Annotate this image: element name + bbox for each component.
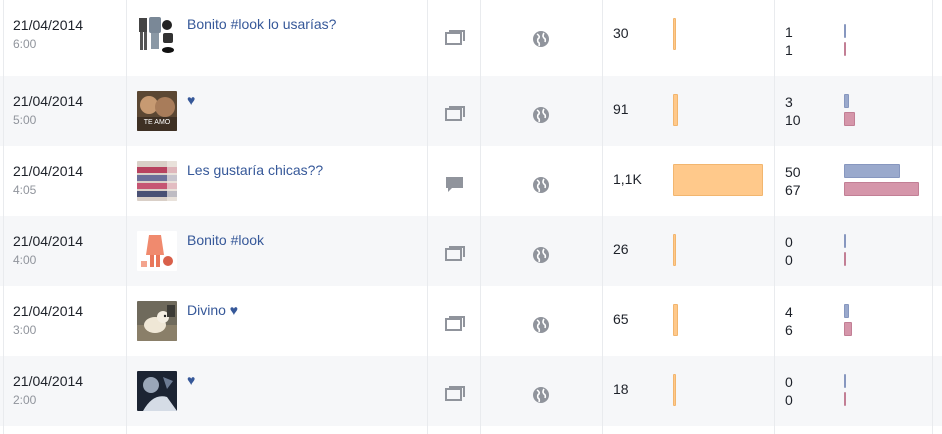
engagement-top-bar xyxy=(844,374,846,388)
coral-outfit-thumbnail[interactable] xyxy=(137,231,177,271)
post-time: 6:00 xyxy=(13,37,37,51)
globe-icon xyxy=(532,246,550,264)
status-icon xyxy=(445,174,465,194)
posts-table: 21/04/2014 6:00 Bonito #look lo usarías? xyxy=(0,0,942,434)
column-divider xyxy=(774,0,775,434)
globe-icon xyxy=(532,30,550,48)
engagement-top-bar xyxy=(844,304,849,318)
photo-icon xyxy=(445,384,465,404)
engagement-top-bar xyxy=(844,94,849,108)
reach-value: 91 xyxy=(613,101,629,117)
engagement-top-value: 0 xyxy=(785,374,793,390)
fashion-items-thumbnail[interactable] xyxy=(137,15,177,55)
engagement-bottom-bar xyxy=(844,42,846,56)
post-link[interactable]: Divino ♥ xyxy=(187,302,238,318)
engagement-top-bar xyxy=(844,24,846,38)
engagement-bottom-value: 0 xyxy=(785,392,793,408)
engagement-bottom-bar xyxy=(844,322,852,336)
engagement-top-bar xyxy=(844,164,900,178)
post-time: 2:00 xyxy=(13,393,37,407)
engagement-bottom-value: 1 xyxy=(785,42,793,58)
post-date: 21/04/2014 xyxy=(13,93,84,109)
reach-value: 65 xyxy=(613,311,629,327)
engagement-bottom-bar xyxy=(844,182,919,196)
engagement-top-value: 1 xyxy=(785,24,793,40)
reach-bar xyxy=(673,18,676,50)
reach-bar xyxy=(673,94,678,126)
reach-value: 1,1K xyxy=(613,171,642,187)
photo-icon xyxy=(445,244,465,264)
engagement-bottom-bar xyxy=(844,392,846,406)
engagement-bottom-value: 6 xyxy=(785,322,793,338)
post-time: 3:00 xyxy=(13,323,37,337)
reach-value: 26 xyxy=(613,241,629,257)
post-date: 21/04/2014 xyxy=(13,303,84,319)
clothing-store-thumbnail[interactable] xyxy=(137,161,177,201)
column-divider xyxy=(602,0,603,434)
reach-bar xyxy=(673,234,676,266)
te-amo-thumbnail[interactable]: TE AMO xyxy=(137,91,177,131)
engagement-top-value: 4 xyxy=(785,304,793,320)
engagement-top-bar xyxy=(844,234,846,248)
reach-bar xyxy=(673,374,676,406)
column-divider xyxy=(480,0,481,434)
engagement-bottom-bar xyxy=(844,112,855,126)
reach-value: 18 xyxy=(613,381,629,397)
engagement-bottom-value: 67 xyxy=(785,182,801,198)
post-link[interactable]: Bonito #look lo usarías? xyxy=(187,16,336,32)
post-link[interactable]: ♥ xyxy=(187,372,195,388)
post-date: 21/04/2014 xyxy=(13,163,84,179)
post-date: 21/04/2014 xyxy=(13,17,84,33)
column-divider xyxy=(3,0,4,434)
column-divider xyxy=(427,0,428,434)
globe-icon xyxy=(532,316,550,334)
table-row[interactable]: 21/04/2014 4:00 Bonito #look 26 0 0 xyxy=(0,216,942,286)
table-row[interactable]: 21/04/2014 5:00 TE AMO ♥ 91 3 10 xyxy=(0,76,942,146)
photo-icon xyxy=(445,104,465,124)
photo-icon xyxy=(445,28,465,48)
post-date: 21/04/2014 xyxy=(13,373,84,389)
post-date: 21/04/2014 xyxy=(13,233,84,249)
puppy-thumbnail[interactable] xyxy=(137,301,177,341)
column-divider xyxy=(932,0,933,434)
svg-text:TE AMO: TE AMO xyxy=(144,119,171,126)
globe-icon xyxy=(532,176,550,194)
column-divider xyxy=(126,0,127,434)
table-row[interactable]: 21/04/2014 4:05 Les gustaría chicas?? 1,… xyxy=(0,146,942,216)
dark-photo-thumbnail[interactable] xyxy=(137,371,177,411)
table-row[interactable]: 21/04/2014 2:00 ♥ 18 0 0 xyxy=(0,356,942,426)
post-time: 5:00 xyxy=(13,113,37,127)
globe-icon xyxy=(532,386,550,404)
reach-value: 30 xyxy=(613,25,629,41)
engagement-bottom-value: 10 xyxy=(785,112,801,128)
post-link[interactable]: Bonito #look xyxy=(187,232,264,248)
engagement-top-value: 0 xyxy=(785,234,793,250)
post-link[interactable]: Les gustaría chicas?? xyxy=(187,162,323,178)
photo-icon xyxy=(445,314,465,334)
engagement-bottom-bar xyxy=(844,252,846,266)
reach-bar xyxy=(673,304,678,336)
post-time: 4:00 xyxy=(13,253,37,267)
globe-icon xyxy=(532,106,550,124)
engagement-top-value: 3 xyxy=(785,94,793,110)
post-time: 4:05 xyxy=(13,183,37,197)
engagement-top-value: 50 xyxy=(785,164,801,180)
post-link[interactable]: ♥ xyxy=(187,92,195,108)
reach-bar xyxy=(673,164,763,196)
engagement-bottom-value: 0 xyxy=(785,252,793,268)
table-row[interactable]: 21/04/2014 3:00 Divino ♥ 65 4 6 xyxy=(0,286,942,356)
table-row[interactable]: 21/04/2014 6:00 Bonito #look lo usarías? xyxy=(0,0,942,70)
